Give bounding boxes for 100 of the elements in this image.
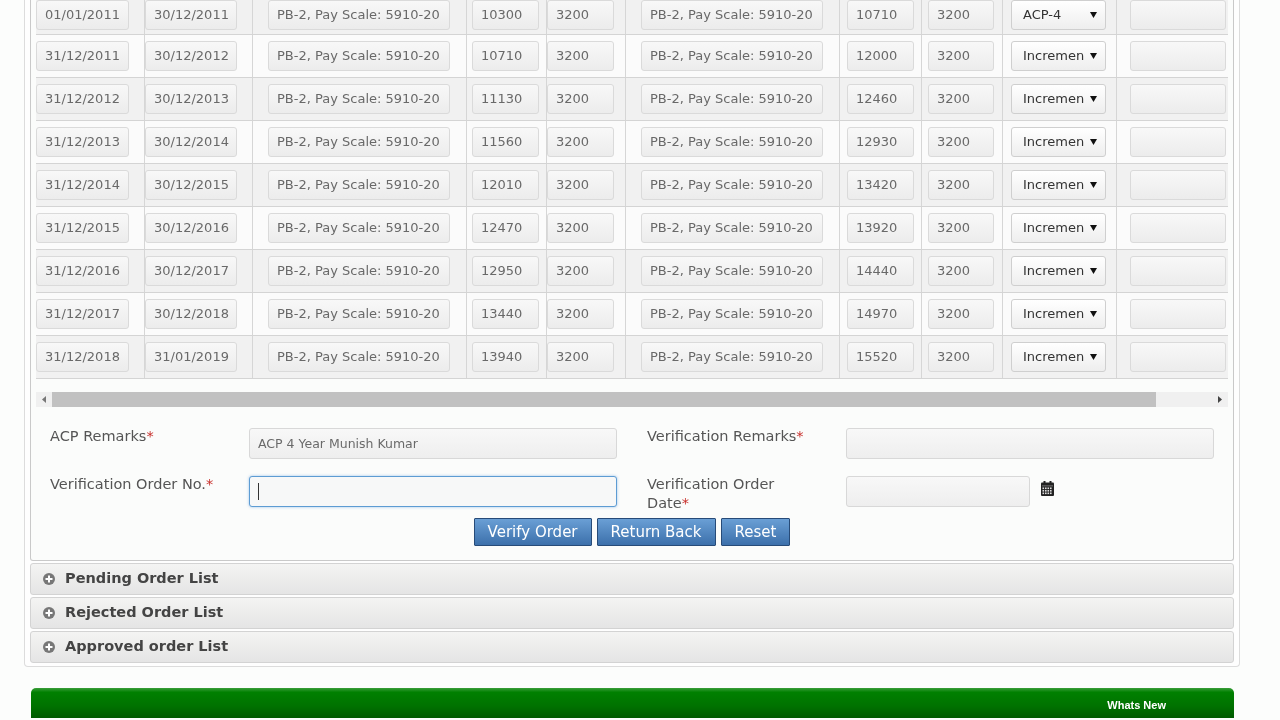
text-field[interactable]: 14970 [847, 299, 914, 329]
text-field[interactable]: 30/12/2013 [145, 84, 237, 114]
text-field[interactable]: 13940 [472, 342, 539, 372]
text-field[interactable]: ACP 4 Year Munish Kumar [249, 428, 617, 459]
field-label: Verification Order No.* [50, 475, 215, 494]
text-field[interactable]: 3200 [547, 170, 614, 200]
text-field[interactable]: 12010 [472, 170, 539, 200]
text-field[interactable]: 13920 [847, 213, 914, 243]
text-field[interactable]: PB-2, Pay Scale: 5910-20 [641, 84, 823, 114]
text-field[interactable]: 31/12/2017 [36, 299, 129, 329]
text-field[interactable]: 3200 [547, 84, 614, 114]
calendar-icon[interactable] [1041, 481, 1054, 496]
text-field[interactable]: PB-2, Pay Scale: 5910-20 [641, 127, 823, 157]
text-field[interactable]: 3200 [547, 299, 614, 329]
text-field[interactable]: 31/12/2014 [36, 170, 129, 200]
text-field[interactable]: 3200 [928, 41, 994, 71]
dropdown[interactable]: Incremen [1011, 170, 1106, 200]
text-field[interactable]: PB-2, Pay Scale: 5910-20 [268, 0, 450, 30]
text-field[interactable]: 10710 [472, 41, 539, 71]
text-field[interactable]: PB-2, Pay Scale: 5910-20 [268, 342, 450, 372]
text-field[interactable]: 3200 [928, 170, 994, 200]
action-button[interactable]: Reset [720, 518, 791, 546]
caret-down-icon [1090, 182, 1097, 188]
scroll-left-icon[interactable] [42, 396, 46, 403]
text-field[interactable]: 3200 [547, 41, 614, 71]
accordion-header[interactable]: Rejected Order List [30, 597, 1234, 629]
text-field[interactable]: 10710 [847, 0, 914, 30]
dropdown[interactable]: Incremen [1011, 127, 1106, 157]
text-field[interactable]: 13420 [847, 170, 914, 200]
text-field[interactable]: 30/12/2014 [145, 127, 237, 157]
text-field[interactable]: PB-2, Pay Scale: 5910-20 [641, 0, 823, 30]
text-field[interactable]: 12000 [847, 41, 914, 71]
whats-new-link[interactable]: Whats New [1107, 698, 1166, 712]
text-field[interactable] [249, 476, 617, 507]
text-field[interactable]: 10300 [472, 0, 539, 30]
accordion-header[interactable]: Approved order List [30, 631, 1234, 663]
text-field[interactable]: PB-2, Pay Scale: 5910-20 [268, 170, 450, 200]
text-field[interactable]: 3200 [928, 0, 994, 30]
text-field[interactable]: 3200 [547, 127, 614, 157]
text-field[interactable]: 30/12/2011 [145, 0, 237, 30]
dropdown[interactable]: ACP-4 [1011, 0, 1106, 30]
caret-down-icon [1090, 12, 1097, 18]
text-field[interactable]: 3200 [547, 256, 614, 286]
text-field[interactable]: 12950 [472, 256, 539, 286]
text-field[interactable]: 3200 [928, 127, 994, 157]
dropdown[interactable]: Incremen [1011, 84, 1106, 114]
text-field[interactable]: PB-2, Pay Scale: 5910-20 [641, 256, 823, 286]
text-field[interactable]: 31/01/2019 [145, 342, 237, 372]
text-field[interactable]: 3200 [547, 213, 614, 243]
text-field[interactable]: 31/12/2012 [36, 84, 129, 114]
text-field[interactable]: PB-2, Pay Scale: 5910-20 [268, 41, 450, 71]
text-field[interactable]: 31/12/2013 [36, 127, 129, 157]
caret-down-icon [1090, 225, 1097, 231]
text-field[interactable]: 3200 [928, 342, 994, 372]
field-label: Verification Remarks* [647, 427, 805, 446]
text-field[interactable]: PB-2, Pay Scale: 5910-20 [268, 127, 450, 157]
text-field[interactable]: PB-2, Pay Scale: 5910-20 [641, 170, 823, 200]
text-field[interactable]: 3200 [928, 256, 994, 286]
text-field[interactable]: 31/12/2011 [36, 41, 129, 71]
text-field[interactable]: PB-2, Pay Scale: 5910-20 [268, 213, 450, 243]
dropdown[interactable]: Incremen [1011, 342, 1106, 372]
text-field[interactable]: 30/12/2018 [145, 299, 237, 329]
caret-down-icon [1090, 268, 1097, 274]
text-field[interactable]: 12930 [847, 127, 914, 157]
scroll-right-icon[interactable] [1218, 396, 1222, 403]
text-field[interactable]: 11130 [472, 84, 539, 114]
text-field[interactable]: 31/12/2015 [36, 213, 129, 243]
text-field[interactable]: 31/12/2018 [36, 342, 129, 372]
text-field[interactable]: 13440 [472, 299, 539, 329]
action-button[interactable]: Verify Order [473, 518, 592, 546]
dropdown[interactable]: Incremen [1011, 299, 1106, 329]
text-field[interactable]: PB-2, Pay Scale: 5910-20 [268, 256, 450, 286]
text-field[interactable]: 14440 [847, 256, 914, 286]
text-field[interactable]: 30/12/2012 [145, 41, 237, 71]
text-field[interactable]: 3200 [547, 0, 614, 30]
dropdown[interactable]: Incremen [1011, 213, 1106, 243]
text-field[interactable]: 30/12/2016 [145, 213, 237, 243]
text-field[interactable]: 15520 [847, 342, 914, 372]
text-field[interactable]: 30/12/2015 [145, 170, 237, 200]
text-field[interactable]: 31/12/2016 [36, 256, 129, 286]
text-field[interactable]: PB-2, Pay Scale: 5910-20 [641, 41, 823, 71]
date-field[interactable] [846, 476, 1030, 507]
text-field[interactable]: 3200 [928, 213, 994, 243]
text-field[interactable]: 3200 [547, 342, 614, 372]
accordion-header[interactable]: Pending Order List [30, 563, 1234, 595]
text-field[interactable]: 11560 [472, 127, 539, 157]
text-field[interactable]: 30/12/2017 [145, 256, 237, 286]
text-field[interactable]: PB-2, Pay Scale: 5910-20 [641, 342, 823, 372]
dropdown[interactable]: Incremen [1011, 41, 1106, 71]
text-field[interactable]: 01/01/2011 [36, 0, 129, 30]
text-field[interactable]: 12470 [472, 213, 539, 243]
text-field[interactable]: PB-2, Pay Scale: 5910-20 [268, 299, 450, 329]
text-field[interactable]: 3200 [928, 299, 994, 329]
text-field[interactable]: PB-2, Pay Scale: 5910-20 [641, 213, 823, 243]
action-button[interactable]: Return Back [596, 518, 716, 546]
text-field[interactable]: 12460 [847, 84, 914, 114]
text-field[interactable]: 3200 [928, 84, 994, 114]
dropdown[interactable]: Incremen [1011, 256, 1106, 286]
text-field[interactable]: PB-2, Pay Scale: 5910-20 [641, 299, 823, 329]
text-field[interactable]: PB-2, Pay Scale: 5910-20 [268, 84, 450, 114]
